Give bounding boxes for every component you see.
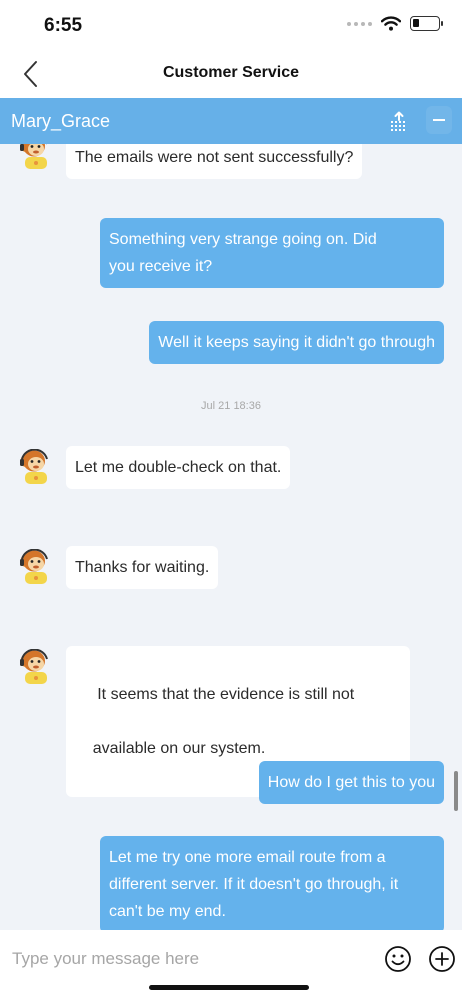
minimize-button[interactable] [426,106,452,134]
agent-avatar [16,448,54,485]
status-icons [347,16,443,31]
monkey-avatar-icon [20,648,48,684]
wifi-icon [381,16,401,31]
home-indicator [149,985,309,990]
status-time: 6:55 [44,15,83,36]
outgoing-message: Well it keeps saying it didn't go throug… [149,321,444,364]
agent-name: Mary_Grace [11,111,111,131]
input-bar [0,930,462,1000]
agent-avatar [16,144,54,170]
outgoing-message: How do I get this to you [258,761,444,804]
nav-bar: Customer Service [0,50,462,98]
monkey-avatar-icon [20,448,48,484]
monkey-avatar-icon [20,144,47,169]
scrollbar[interactable] [454,771,458,811]
outgoing-message: Let me try one more email route from a d… [100,836,444,930]
signal-icon [347,21,372,26]
incoming-message: Thanks for waiting. [66,546,219,589]
monkey-avatar-icon [20,548,48,584]
smiley-icon[interactable] [384,945,412,973]
outgoing-message: Something very strange going on. Did you… [100,218,444,288]
chat-area[interactable]: The emails were not sent successfully? S… [0,144,462,930]
plus-circle-icon[interactable] [428,945,456,973]
incoming-message: The emails were not sent successfully? [66,144,363,179]
status-bar: 6:55 [0,0,462,50]
message-input[interactable] [12,942,212,976]
agent-bar: Mary_Grace [0,98,462,144]
agent-avatar [16,648,54,685]
tray-icon[interactable] [388,111,410,131]
incoming-message: Let me double-check on that. [66,446,291,489]
battery-icon [410,16,443,31]
page-title: Customer Service [162,64,300,81]
agent-avatar [16,548,54,585]
message-timestamp: Jul 21 18:36 [201,400,261,412]
